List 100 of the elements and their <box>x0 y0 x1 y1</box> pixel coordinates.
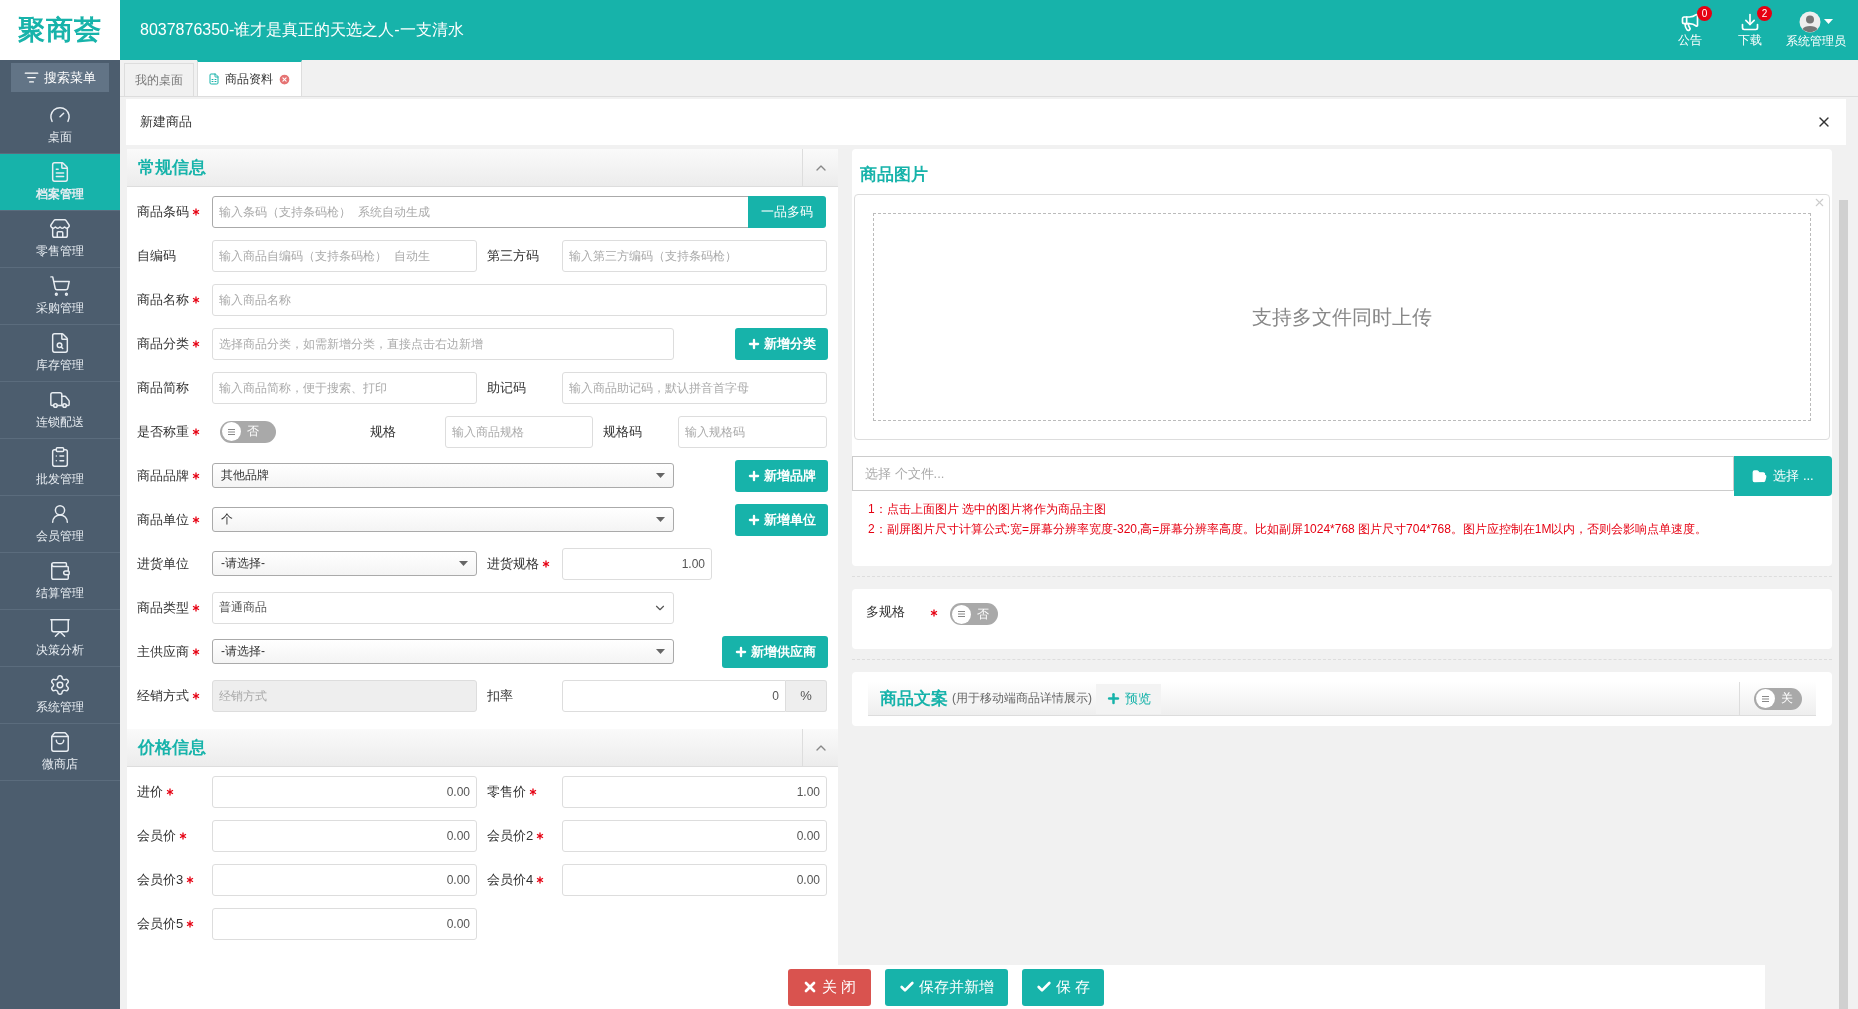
field-label: 第三方码 <box>487 246 539 265</box>
document-icon <box>49 161 71 183</box>
lines-icon <box>1761 694 1770 703</box>
clipboard-icon <box>49 446 71 468</box>
input-field[interactable]: 1.00 <box>562 775 827 808</box>
field-label: 会员价 <box>137 826 176 845</box>
plus-icon <box>734 644 748 659</box>
field-label: 会员价4 <box>487 870 534 889</box>
file-field[interactable]: 选择 个文件... <box>852 456 1734 491</box>
select-field[interactable]: -请选择- <box>212 639 674 664</box>
store-icon <box>49 218 71 240</box>
field-label: 助记码 <box>487 378 526 397</box>
input-field[interactable]: 1.00 <box>562 547 712 580</box>
required-icon <box>179 831 187 840</box>
plus-icon <box>747 468 761 483</box>
card-title: 商品图片 <box>859 164 929 186</box>
file-search-icon <box>49 332 71 354</box>
select-field[interactable]: -请选择- <box>212 551 477 576</box>
field-label: 扣率 <box>487 686 513 705</box>
select-field[interactable]: 普通商品 <box>212 591 674 624</box>
input-field[interactable]: 0.00 <box>212 863 477 896</box>
folder-icon <box>1752 468 1768 484</box>
required-icon <box>542 559 550 568</box>
lines-icon <box>957 610 966 618</box>
sheet-icon <box>208 73 220 85</box>
field-label: 多规格 <box>866 603 906 621</box>
field-label: 商品条码 <box>137 202 189 221</box>
section-title: 常规信息 <box>138 157 206 179</box>
close-button[interactable]: 关 闭 <box>788 968 871 1006</box>
field-label: 经销方式 <box>137 686 189 705</box>
chart-board-icon <box>49 617 71 639</box>
truck-icon <box>49 389 71 411</box>
input-field[interactable]: 0 <box>562 679 786 712</box>
input-field[interactable]: 输入条码（支持条码枪） 系统自动生成 <box>212 195 749 228</box>
input-field: 经销方式 <box>212 679 477 712</box>
logo: 聚商荟 <box>18 14 102 47</box>
note-text: 2：副屏图片尺寸计算公式:宽=屏幕分辨率宽度-320,高=屏幕分辨率高度。比如副屏1024*768 图片尺寸704*768。图片应控制在1M以内，否则会影响点单速度。 <box>868 521 1709 538</box>
field-label: 会员价5 <box>137 914 184 933</box>
select-field[interactable]: 其他品牌 <box>212 463 674 488</box>
field-label: 是否称重 <box>137 422 189 441</box>
field-label: 零售价 <box>487 782 526 801</box>
scrollbar[interactable] <box>1839 200 1848 1009</box>
required-icon <box>192 603 200 612</box>
field-label: 进货规格 <box>487 554 539 573</box>
tab[interactable]: 商品资料 <box>197 60 302 96</box>
required-icon <box>192 427 200 436</box>
cart-icon <box>49 275 71 297</box>
download-icon[interactable] <box>1740 11 1760 32</box>
required-icon <box>166 787 174 796</box>
wallet-icon <box>49 560 71 582</box>
field-label: 进货单位 <box>137 554 189 573</box>
bag-icon <box>49 731 71 753</box>
check-icon <box>1035 979 1052 995</box>
required-icon <box>529 787 537 796</box>
megaphone-icon[interactable] <box>1680 11 1700 32</box>
filter-list-icon <box>24 70 39 85</box>
field-label: 自编码 <box>137 246 176 265</box>
field-label: 规格 <box>370 422 396 441</box>
field-label: 主供应商 <box>137 642 189 661</box>
field-label: 商品类型 <box>137 598 189 617</box>
required-icon <box>192 691 200 700</box>
lines-icon <box>227 427 236 436</box>
caret-icon <box>459 561 468 566</box>
field-label: 进价 <box>137 782 163 801</box>
field-label: 商品单位 <box>137 510 189 529</box>
field-label: 商品品牌 <box>137 466 189 485</box>
field-label: 商品名称 <box>137 290 189 309</box>
required-icon <box>186 875 195 884</box>
field-label: 规格码 <box>603 422 642 441</box>
upload-hint[interactable]: 支持多文件同时上传 <box>1252 303 1432 331</box>
settings-icon <box>49 674 71 696</box>
input-field[interactable]: 0.00 <box>212 775 477 808</box>
required-icon <box>192 207 200 216</box>
count-badge: 0 <box>1697 5 1712 21</box>
input-field[interactable]: 0.00 <box>212 907 477 940</box>
field-label: 会员价2 <box>487 826 534 845</box>
search-menu-button[interactable]: 搜索菜单 <box>11 63 109 92</box>
required-icon <box>192 471 200 480</box>
avatar-icon[interactable] <box>1799 10 1821 33</box>
required-icon <box>192 647 200 656</box>
select-field[interactable]: 个 <box>212 507 674 532</box>
caret-icon[interactable] <box>1824 19 1833 24</box>
tab[interactable]: 我的桌面 <box>124 63 194 96</box>
plus-icon <box>1106 691 1121 706</box>
plus-icon <box>747 512 761 527</box>
required-icon <box>536 831 545 840</box>
card-subtitle: (用于移动端商品详情展示) <box>952 690 1092 707</box>
window-title: 8037876350-谁才是真正的天选之人-一支清水 <box>140 19 465 40</box>
card-title: 商品文案 <box>880 688 948 710</box>
input-field[interactable]: 0.00 <box>562 819 827 852</box>
input-field[interactable]: 0.00 <box>212 819 477 852</box>
section-title: 价格信息 <box>138 737 206 759</box>
note-text: 1：点击上面图片 选中的图片将作为商品主图 <box>868 501 1107 518</box>
input-field[interactable]: 0.00 <box>562 863 827 896</box>
count-badge: 2 <box>1757 5 1772 21</box>
required-icon <box>930 609 938 617</box>
required-icon <box>536 875 545 884</box>
caret-icon <box>656 649 665 654</box>
required-icon <box>186 919 195 928</box>
field-label: 商品分类 <box>137 334 189 353</box>
